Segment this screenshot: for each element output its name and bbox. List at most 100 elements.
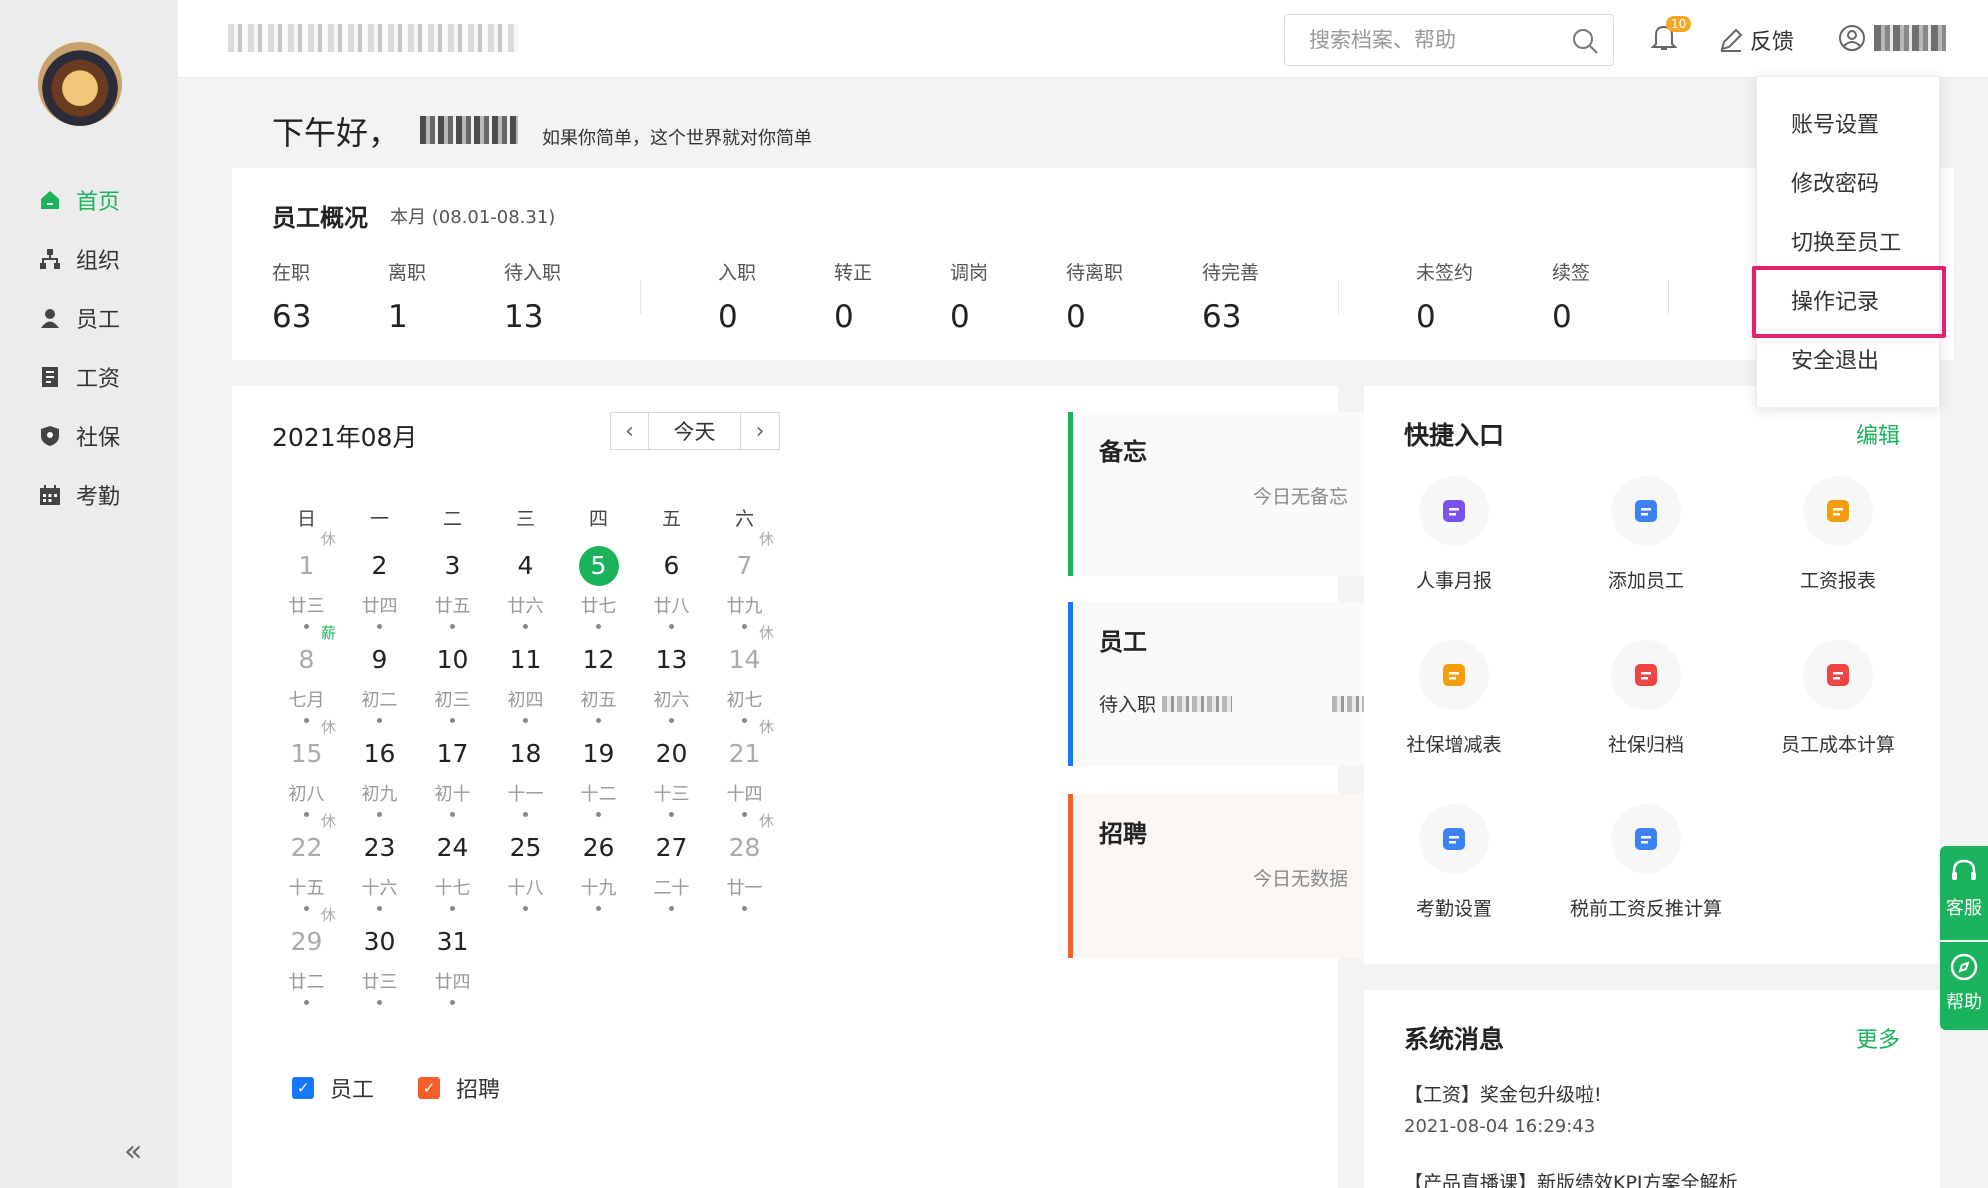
lunar-date: 廿一	[726, 878, 763, 899]
calendar-day[interactable]: 23 十六	[343, 828, 416, 922]
stat-transferred[interactable]: 调岗 0	[950, 258, 988, 335]
stat-value: 0	[718, 299, 738, 335]
lunar-date: 十七	[434, 878, 471, 899]
stat-regularized[interactable]: 转正 0	[834, 258, 872, 335]
stat-renewal[interactable]: 续签 0	[1552, 258, 1590, 335]
menu-item-logout[interactable]: 安全退出	[1757, 329, 1939, 388]
event-dot	[304, 812, 309, 817]
calendar-day[interactable]: 休 28 廿一	[708, 812, 781, 922]
user-menu-button[interactable]	[1838, 24, 1946, 52]
search-box[interactable]	[1284, 14, 1614, 66]
menu-item-account-settings[interactable]: 账号设置	[1757, 93, 1939, 152]
feedback-button[interactable]: 反馈	[1718, 24, 1794, 56]
rest-day-tag: 休	[321, 906, 337, 924]
menu-item-change-password[interactable]: 修改密码	[1757, 152, 1939, 211]
quick-entry-item[interactable]: 税前工资反推计算	[1556, 804, 1736, 921]
avatar[interactable]	[38, 42, 122, 126]
lunar-date: 十四	[726, 784, 763, 805]
sidebar-item-salary[interactable]: 工资	[0, 347, 178, 406]
sidebar-item-label: 首页	[76, 189, 121, 215]
stat-unsigned[interactable]: 未签约 0	[1416, 258, 1473, 335]
today-button[interactable]: 今天	[649, 413, 741, 449]
calendar-day[interactable]: 13 初六	[635, 640, 708, 734]
calendar-week-row: 休 22 十五 23 十六 24 十七 25 十八 26 十九 27 二十休 28 廿一	[270, 812, 781, 922]
stat-employed[interactable]: 在职 63	[272, 258, 311, 335]
calendar-day[interactable]: 6 廿八	[635, 546, 708, 640]
sidebar-item-attendance[interactable]: 考勤	[0, 465, 178, 524]
sidebar-item-staff[interactable]: 员工	[0, 288, 178, 347]
calendar-day[interactable]: 20 十三	[635, 734, 708, 828]
stat-label: 离职	[388, 262, 427, 284]
calendar-day[interactable]: 休 29 廿二	[270, 906, 343, 1016]
quick-entry-label: 社保增减表	[1406, 734, 1502, 756]
calendar-day[interactable]: 26 十九	[562, 828, 635, 922]
search-input[interactable]	[1309, 28, 1549, 52]
system-message[interactable]: 【工资】奖金包升级啦!	[1404, 1080, 1602, 1107]
sidebar-item-home[interactable]: 首页	[0, 170, 178, 229]
weekday-header: 日 一 二 三 四 五 六	[270, 504, 781, 531]
customer-service-button[interactable]: 客服	[1940, 846, 1988, 940]
quick-entry-item[interactable]: 人事月报	[1364, 476, 1544, 593]
event-dot	[596, 624, 601, 629]
calendar-day[interactable]: 5 廿七	[562, 546, 635, 640]
menu-item-switch-to-employee[interactable]: 切换至员工	[1757, 211, 1939, 270]
sidebar-item-org[interactable]: 组织	[0, 229, 178, 288]
calendar-day[interactable]: 16 初九	[343, 734, 416, 828]
calendar-day[interactable]: 27 二十	[635, 828, 708, 922]
checkbox-staff[interactable]: ✓	[292, 1077, 314, 1099]
system-more-link[interactable]: 更多	[1856, 1022, 1900, 1054]
notification-button[interactable]: 10	[1650, 16, 1692, 56]
quick-entry-item[interactable]: 员工成本计算	[1748, 640, 1928, 757]
stat-resigned[interactable]: 离职 1	[388, 258, 426, 335]
quick-entry-item[interactable]: 工资报表	[1748, 476, 1928, 593]
checkbox-recruit[interactable]: ✓	[418, 1077, 441, 1099]
user-dropdown-menu: 账号设置 修改密码 切换至员工 操作记录 安全退出	[1756, 76, 1940, 408]
stat-pending-onboard[interactable]: 待入职 13	[504, 258, 561, 335]
prev-month-icon[interactable]: ‹	[611, 413, 649, 449]
legend-label: 招聘	[456, 1078, 501, 1103]
next-month-icon[interactable]: ›	[741, 413, 779, 449]
quick-edit-link[interactable]: 编辑	[1856, 418, 1900, 450]
weekday-label: 六	[734, 508, 754, 530]
calendar-day[interactable]: 2 廿四	[343, 546, 416, 640]
quick-entry-item[interactable]: 添加员工	[1556, 476, 1736, 593]
calendar-icon	[38, 483, 62, 507]
stat-value: 13	[504, 299, 544, 335]
quick-entry-item[interactable]: 社保归档	[1556, 640, 1736, 757]
sidebar-item-insurance[interactable]: 社保	[0, 406, 178, 465]
stat-incomplete[interactable]: 待完善 63	[1202, 258, 1259, 335]
quick-entry-label: 考勤设置	[1415, 898, 1492, 920]
stat-onboarded[interactable]: 入职 0	[718, 258, 756, 335]
calendar-day[interactable]: 25 十八	[489, 828, 562, 922]
calendar-day[interactable]: 18 十一	[489, 734, 562, 828]
calendar-day[interactable]: 10 初三	[416, 640, 489, 734]
system-message[interactable]: 【产品直播课】新版绩效KPI方案全解析	[1404, 1168, 1738, 1188]
quick-entry-item[interactable]: 社保增减表	[1364, 640, 1544, 757]
stat-pending-leave[interactable]: 待离职 0	[1066, 258, 1123, 335]
calendar-day[interactable]: 31 廿四	[416, 922, 489, 1016]
calendar-day-number: 8	[298, 645, 315, 674]
quick-entry-item[interactable]: 考勤设置	[1364, 804, 1544, 921]
menu-item-operation-log[interactable]: 操作记录	[1757, 270, 1939, 329]
system-messages-card: 系统消息 更多 【工资】奖金包升级啦! 2021-08-04 16:29:43 …	[1364, 990, 1940, 1188]
event-dot	[304, 718, 309, 723]
calendar-day[interactable]: 11 初四	[489, 640, 562, 734]
org-icon	[38, 247, 62, 271]
weekday-label: 二	[442, 508, 462, 530]
help-button[interactable]: 帮助	[1940, 942, 1988, 1030]
event-dot	[450, 718, 455, 723]
calendar-day[interactable]: 9 初二	[343, 640, 416, 734]
lunar-date: 初四	[507, 690, 544, 711]
calendar-day[interactable]: 3 廿五	[416, 546, 489, 640]
calendar-day[interactable]: 17 初十	[416, 734, 489, 828]
calendar-title: 2021年08月	[272, 423, 418, 452]
calendar-day[interactable]: 19 十二	[562, 734, 635, 828]
calendar-day[interactable]: 30 廿三	[343, 922, 416, 1016]
calendar-day[interactable]: 24 十七	[416, 828, 489, 922]
calendar-day[interactable]: 4 廿六	[489, 546, 562, 640]
collapse-sidebar-icon[interactable]: «	[124, 1134, 142, 1169]
lunar-date: 廿九	[726, 596, 763, 617]
calendar-day[interactable]: 12 初五	[562, 640, 635, 734]
search-icon[interactable]	[1571, 27, 1599, 59]
lunar-date: 廿二	[288, 972, 325, 993]
